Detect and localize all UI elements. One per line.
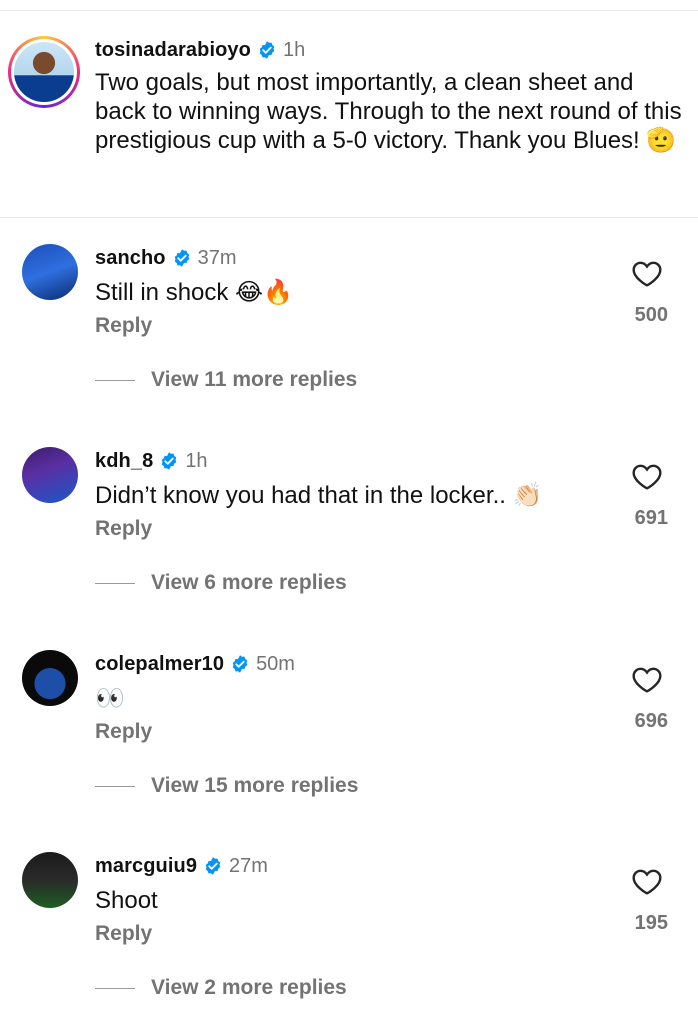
like-count: 195 xyxy=(634,912,668,934)
commenter-username[interactable]: sancho xyxy=(95,247,166,270)
commenter-username[interactable]: kdh_8 xyxy=(95,450,153,473)
comment-timestamp: 50m xyxy=(256,652,295,675)
view-more-replies-button[interactable]: View 11 more replies xyxy=(95,368,357,392)
view-more-replies-button[interactable]: View 2 more replies xyxy=(95,976,347,1000)
view-more-label: View 15 more replies xyxy=(151,774,359,797)
heart-outline-icon[interactable] xyxy=(631,461,663,493)
view-more-label: View 2 more replies xyxy=(151,976,347,999)
comment-timestamp: 1h xyxy=(185,449,208,472)
view-more-line xyxy=(95,582,135,584)
top-divider xyxy=(0,10,698,11)
caption-timestamp: 1h xyxy=(282,38,306,61)
view-more-replies-button[interactable]: View 15 more replies xyxy=(95,774,358,798)
comment-text: Didn’t know you had that in the locker..… xyxy=(95,482,543,509)
comment-text: 👀 xyxy=(95,685,125,712)
author-avatar-story-ring[interactable] xyxy=(8,36,80,108)
view-more-label: View 11 more replies xyxy=(151,368,358,391)
comment-item: colepalmer10 50m 👀 Reply 696 View 15 mor… xyxy=(0,650,698,840)
reply-button[interactable]: Reply xyxy=(95,517,152,541)
comment-timestamp: 27m xyxy=(229,854,268,877)
heart-outline-icon[interactable] xyxy=(631,866,663,898)
verified-badge-icon xyxy=(174,249,189,267)
commenter-avatar[interactable] xyxy=(22,244,78,300)
reply-button[interactable]: Reply xyxy=(95,314,152,338)
comment-item: sancho 37m Still in shock 😂🔥 Reply 500 V… xyxy=(0,244,698,434)
reply-button[interactable]: Reply xyxy=(95,922,152,946)
verified-badge-icon xyxy=(232,655,248,673)
commenter-avatar[interactable] xyxy=(22,650,78,706)
view-more-line xyxy=(95,785,135,787)
like-count: 500 xyxy=(634,304,668,326)
like-count: 691 xyxy=(634,507,668,529)
caption-text: Two goals, but most importantly, a clean… xyxy=(95,69,682,154)
commenter-username[interactable]: marcguiu9 xyxy=(95,855,197,878)
author-avatar xyxy=(14,42,74,102)
view-more-line xyxy=(95,987,135,989)
view-more-replies-button[interactable]: View 6 more replies xyxy=(95,571,347,595)
comment-text: Still in shock 😂🔥 xyxy=(95,279,293,306)
caption-divider xyxy=(0,217,698,218)
view-more-label: View 6 more replies xyxy=(151,571,347,594)
reply-button[interactable]: Reply xyxy=(95,720,152,744)
comment-timestamp: 37m xyxy=(197,246,237,269)
heart-outline-icon[interactable] xyxy=(631,258,663,290)
verified-badge-icon xyxy=(162,452,177,470)
comment-item: kdh_8 1h Didn’t know you had that in the… xyxy=(0,447,698,637)
author-username[interactable]: tosinadarabioyo xyxy=(95,39,251,62)
heart-outline-icon[interactable] xyxy=(631,664,663,696)
comment-text: Shoot xyxy=(95,887,158,914)
like-count: 696 xyxy=(634,710,668,732)
commenter-avatar[interactable] xyxy=(22,447,78,503)
view-more-line xyxy=(95,379,135,381)
commenter-username[interactable]: colepalmer10 xyxy=(95,653,224,676)
verified-badge-icon xyxy=(205,857,221,875)
commenter-avatar[interactable] xyxy=(22,852,78,908)
comment-item: marcguiu9 27m Shoot Reply 195 View 2 mor… xyxy=(0,852,698,1024)
verified-badge-icon xyxy=(259,41,275,59)
